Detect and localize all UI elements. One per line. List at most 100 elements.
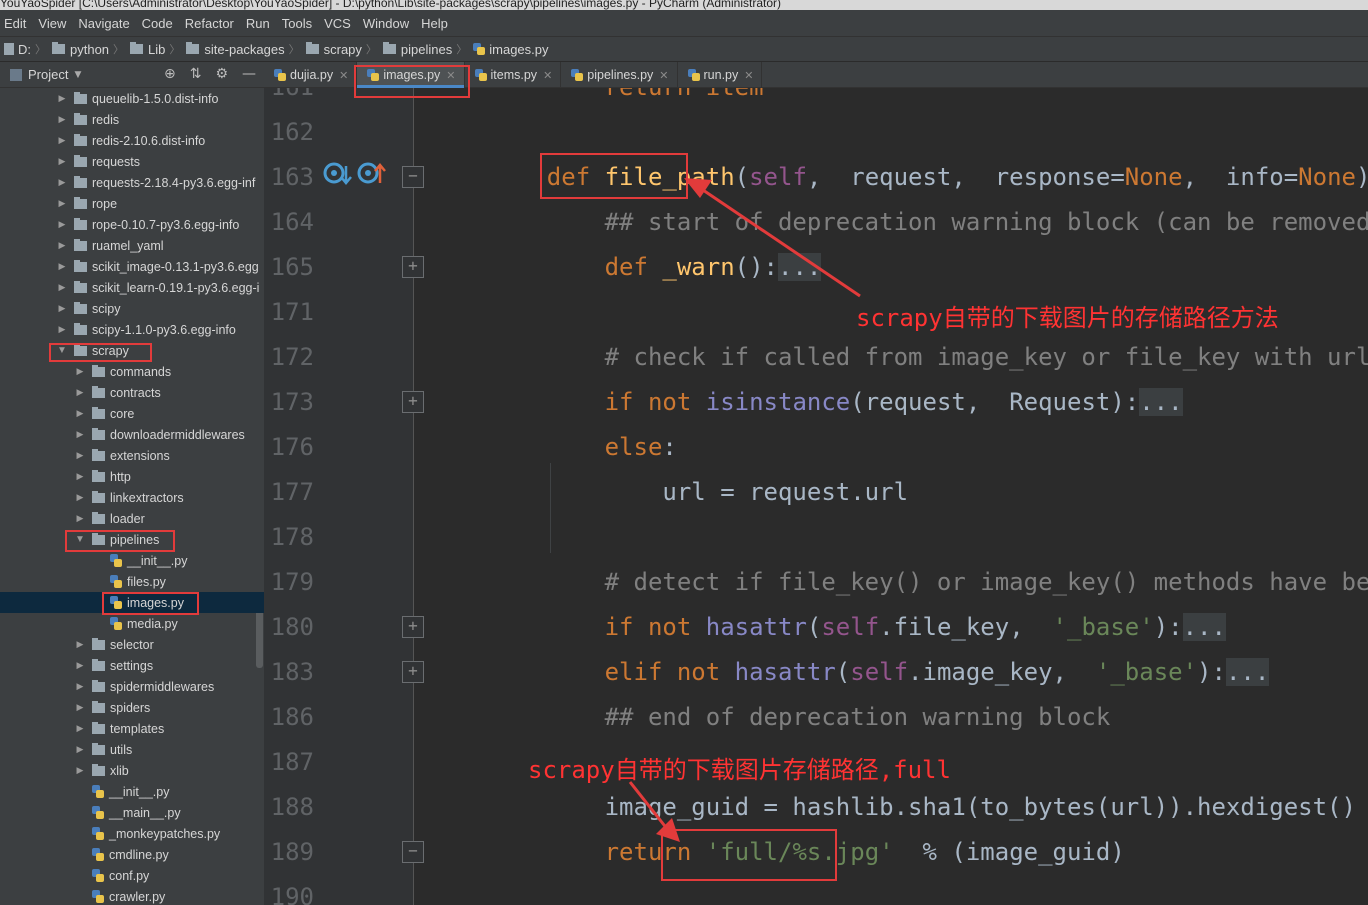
tab-run.py[interactable]: run.py ✕	[678, 62, 763, 88]
tree-folder-contracts[interactable]: ▶ contracts	[0, 382, 264, 403]
tree-folder-http[interactable]: ▶ http	[0, 466, 264, 487]
collapsed-arrow-icon[interactable]: ▶	[56, 135, 68, 146]
tree-folder-redis[interactable]: ▶ redis	[0, 109, 264, 130]
collapsed-arrow-icon[interactable]: ▶	[56, 219, 68, 230]
menu-item-navigate[interactable]: Navigate	[78, 16, 129, 31]
collapsed-arrow-icon[interactable]: ▶	[56, 198, 68, 209]
collapsed-arrow-icon[interactable]: ▶	[74, 471, 86, 482]
tree-folder-requests-2.18.4-py3.6.egg-inf[interactable]: ▶ requests-2.18.4-py3.6.egg-inf	[0, 172, 264, 193]
tree-file-__init__.py[interactable]: __init__.py	[0, 550, 264, 571]
tree-folder-templates[interactable]: ▶ templates	[0, 718, 264, 739]
tree-folder-commands[interactable]: ▶ commands	[0, 361, 264, 382]
collapsed-arrow-icon[interactable]: ▶	[74, 744, 86, 755]
collapsed-arrow-icon[interactable]: ▶	[74, 702, 86, 713]
breadcrumb-item[interactable]: python 〉	[52, 41, 130, 57]
tree-folder-rope[interactable]: ▶ rope	[0, 193, 264, 214]
tree-folder-ruamel_yaml[interactable]: ▶ ruamel_yaml	[0, 235, 264, 256]
close-icon[interactable]: ✕	[659, 69, 668, 82]
menu-item-vcs[interactable]: VCS	[324, 16, 351, 31]
tab-items.py[interactable]: items.py ✕	[465, 62, 562, 88]
code-token[interactable]: ...	[1139, 388, 1183, 416]
tree-folder-xlib[interactable]: ▶ xlib	[0, 760, 264, 781]
tree-folder-utils[interactable]: ▶ utils	[0, 739, 264, 760]
tree-folder-requests[interactable]: ▶ requests	[0, 151, 264, 172]
collapse-fold-icon[interactable]: −	[402, 166, 424, 188]
expand-fold-icon[interactable]: +	[402, 256, 424, 278]
project-view-selector[interactable]: Project	[28, 67, 68, 82]
tree-file-conf.py[interactable]: conf.py	[0, 865, 264, 886]
collapsed-arrow-icon[interactable]: ▶	[56, 93, 68, 104]
tree-folder-rope-0.10.7-py3.6.egg-info[interactable]: ▶ rope-0.10.7-py3.6.egg-info	[0, 214, 264, 235]
locate-icon[interactable]: ⊕	[164, 66, 176, 82]
breadcrumb-item[interactable]: site-packages 〉	[186, 41, 305, 57]
tree-file-__main__.py[interactable]: __main__.py	[0, 802, 264, 823]
overridden-method-icon[interactable]	[322, 158, 352, 188]
chevron-down-icon[interactable]: ▼	[74, 70, 81, 80]
tree-folder-settings[interactable]: ▶ settings	[0, 655, 264, 676]
menu-item-code[interactable]: Code	[142, 16, 173, 31]
collapsed-arrow-icon[interactable]: ▶	[74, 765, 86, 776]
overriding-method-icon[interactable]	[356, 158, 386, 188]
tab-dujia.py[interactable]: dujia.py ✕	[264, 62, 358, 88]
breadcrumb-item[interactable]: images.py	[473, 42, 549, 57]
collapsed-arrow-icon[interactable]: ▶	[74, 513, 86, 524]
tree-file-cmdline.py[interactable]: cmdline.py	[0, 844, 264, 865]
expand-fold-icon[interactable]: +	[402, 661, 424, 683]
collapsed-arrow-icon[interactable]: ▶	[74, 429, 86, 440]
close-icon[interactable]: ✕	[339, 69, 348, 82]
collapsed-arrow-icon[interactable]: ▶	[56, 156, 68, 167]
collapsed-arrow-icon[interactable]: ▶	[56, 114, 68, 125]
tree-folder-extensions[interactable]: ▶ extensions	[0, 445, 264, 466]
menu-item-help[interactable]: Help	[421, 16, 448, 31]
breadcrumb-item[interactable]: scrapy 〉	[305, 41, 383, 57]
menu-item-edit[interactable]: Edit	[4, 16, 26, 31]
tree-file-_monkeypatches.py[interactable]: _monkeypatches.py	[0, 823, 264, 844]
breadcrumb-item[interactable]: D: 〉	[4, 41, 52, 57]
hide-panel-icon[interactable]: —	[242, 66, 256, 82]
collapsed-arrow-icon[interactable]: ▶	[74, 681, 86, 692]
close-icon[interactable]: ✕	[543, 69, 552, 82]
expand-fold-icon[interactable]: +	[402, 616, 424, 638]
tree-folder-redis-2.10.6.dist-info[interactable]: ▶ redis-2.10.6.dist-info	[0, 130, 264, 151]
collapsed-arrow-icon[interactable]: ▶	[74, 408, 86, 419]
tab-pipelines.py[interactable]: pipelines.py ✕	[561, 62, 678, 88]
tree-folder-loader[interactable]: ▶ loader	[0, 508, 264, 529]
menu-item-view[interactable]: View	[38, 16, 66, 31]
expand-fold-icon[interactable]: +	[402, 391, 424, 413]
collapsed-arrow-icon[interactable]: ▶	[56, 324, 68, 335]
tree-folder-scipy-1.1.0-py3.6.egg-info[interactable]: ▶ scipy-1.1.0-py3.6.egg-info	[0, 319, 264, 340]
close-icon[interactable]: ✕	[744, 69, 753, 82]
collapsed-arrow-icon[interactable]: ▶	[56, 177, 68, 188]
collapsed-arrow-icon[interactable]: ▶	[74, 639, 86, 650]
collapsed-arrow-icon[interactable]: ▶	[74, 387, 86, 398]
gear-icon[interactable]: ⚙	[215, 66, 228, 82]
collapsed-arrow-icon[interactable]: ▶	[74, 366, 86, 377]
tree-folder-scikit_learn-0.19.1-py3.6.egg-i[interactable]: ▶ scikit_learn-0.19.1-py3.6.egg-i	[0, 277, 264, 298]
tree-file-files.py[interactable]: files.py	[0, 571, 264, 592]
collapse-fold-icon[interactable]: −	[402, 841, 424, 863]
tree-file-crawler.py[interactable]: crawler.py	[0, 886, 264, 905]
collapsed-arrow-icon[interactable]: ▶	[74, 660, 86, 671]
tree-folder-queuelib-1.5.0.dist-info[interactable]: ▶ queuelib-1.5.0.dist-info	[0, 88, 264, 109]
tree-folder-core[interactable]: ▶ core	[0, 403, 264, 424]
breadcrumb-item[interactable]: Lib 〉	[130, 41, 186, 57]
tree-folder-selector[interactable]: ▶ selector	[0, 634, 264, 655]
tree-folder-scipy[interactable]: ▶ scipy	[0, 298, 264, 319]
code-token[interactable]: ...	[1182, 613, 1226, 641]
collapsed-arrow-icon[interactable]: ▶	[56, 261, 68, 272]
tree-folder-downloadermiddlewares[interactable]: ▶ downloadermiddlewares	[0, 424, 264, 445]
menu-item-refactor[interactable]: Refactor	[185, 16, 234, 31]
menu-item-run[interactable]: Run	[246, 16, 270, 31]
collapsed-arrow-icon[interactable]: ▶	[56, 282, 68, 293]
tree-file-__init__.py[interactable]: __init__.py	[0, 781, 264, 802]
breadcrumb-item[interactable]: pipelines 〉	[382, 41, 473, 57]
collapsed-arrow-icon[interactable]: ▶	[56, 240, 68, 251]
collapsed-arrow-icon[interactable]: ▶	[74, 492, 86, 503]
tree-file-media.py[interactable]: media.py	[0, 613, 264, 634]
tree-folder-spiders[interactable]: ▶ spiders	[0, 697, 264, 718]
collapsed-arrow-icon[interactable]: ▶	[74, 450, 86, 461]
code-token[interactable]: ...	[1225, 658, 1270, 686]
collapsed-arrow-icon[interactable]: ▶	[56, 303, 68, 314]
menu-item-window[interactable]: Window	[363, 16, 409, 31]
collapse-all-icon[interactable]: ⇅	[190, 66, 202, 82]
